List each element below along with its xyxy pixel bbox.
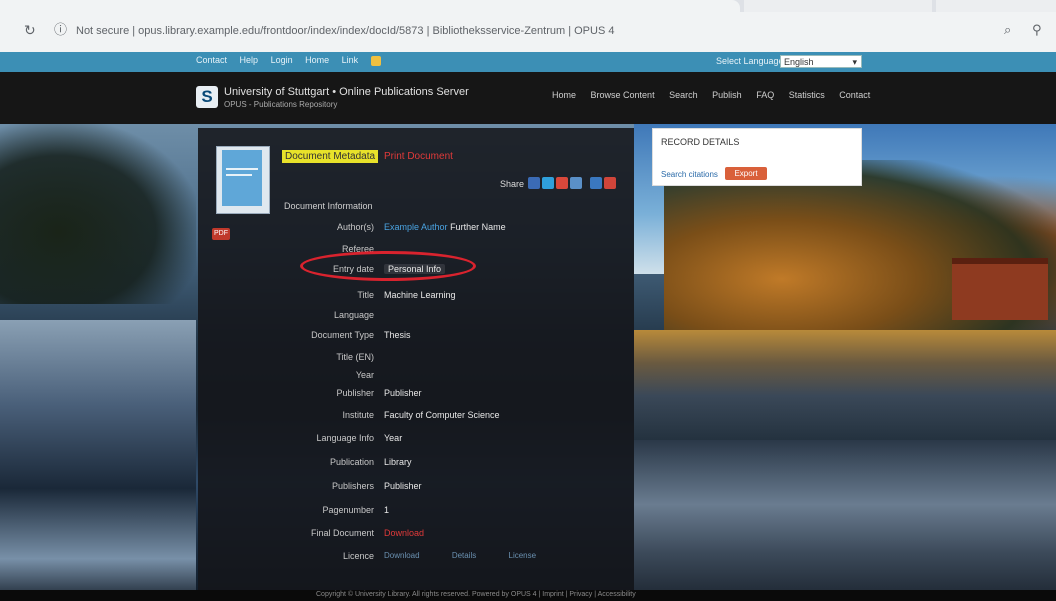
chevron-down-icon: ▾	[852, 57, 857, 67]
bottom-links: Download Details License	[384, 551, 566, 560]
share-linkedin-icon[interactable]	[570, 177, 582, 189]
print-document-link[interactable]: Print Document	[384, 151, 453, 162]
top-link-login[interactable]: Login	[271, 55, 293, 65]
nav-browse[interactable]: Browse Content	[591, 90, 655, 100]
site-header: S University of Stuttgart • Online Publi…	[0, 72, 1056, 124]
top-link-link[interactable]: Link	[342, 55, 359, 65]
author-link[interactable]: Example Author	[384, 222, 448, 232]
share-twitter-icon[interactable]	[542, 177, 554, 189]
browser-tab[interactable]	[936, 0, 1056, 12]
row-value: Publisher	[384, 388, 422, 398]
footer-text: Copyright © University Library. All righ…	[316, 591, 636, 598]
row-value: Faculty of Computer Science	[384, 410, 500, 420]
nav-statistics[interactable]: Statistics	[789, 90, 825, 100]
bottom-link-details[interactable]: Details	[452, 551, 476, 560]
background-house	[952, 258, 1048, 320]
widget-title: RECORD DETAILS	[661, 137, 740, 147]
address-bar[interactable]: Not secure | opus.library.example.edu/fr…	[76, 20, 976, 42]
site-logo[interactable]: S	[196, 86, 218, 108]
row-label: Publishers	[331, 481, 374, 491]
background-left-trees	[0, 124, 196, 304]
row-value: Machine Learning	[384, 290, 456, 300]
row-label: Final Document	[310, 528, 374, 538]
row-label: Publisher	[336, 388, 374, 398]
profile-icon[interactable]: ⚲	[1032, 22, 1048, 38]
content-intro: Document Information	[284, 201, 373, 211]
share-facebook-icon[interactable]	[528, 177, 540, 189]
language-label: Select Language:	[716, 56, 787, 66]
row-value: Download	[384, 528, 424, 538]
language-value: English	[784, 57, 814, 67]
cover-line	[226, 168, 258, 170]
background-right-water	[634, 330, 1056, 440]
row-value: 1	[384, 505, 390, 515]
rss-icon[interactable]	[370, 55, 381, 66]
site-info-icon[interactable]: ⓘ	[54, 22, 70, 38]
nav-faq[interactable]: FAQ	[756, 90, 774, 100]
export-button[interactable]: Export	[725, 167, 767, 180]
pdf-badge[interactable]: PDF	[212, 228, 230, 240]
row-label: Language Info	[316, 433, 374, 443]
bottom-link-license[interactable]: License	[509, 551, 537, 560]
row-value: Publisher	[384, 481, 422, 491]
top-link-help[interactable]: Help	[240, 55, 259, 65]
nav-publish[interactable]: Publish	[712, 90, 742, 100]
site-footer: Copyright © University Library. All righ…	[0, 590, 1056, 601]
row-label: Language	[333, 310, 374, 320]
site-subtitle: OPUS - Publications Repository	[224, 100, 338, 109]
language-select[interactable]: English ▾	[780, 55, 862, 68]
reload-icon[interactable]: ↻	[24, 22, 40, 38]
document-title: Document Metadata	[282, 150, 379, 163]
site-top-bar: Contact Help Login Home Link Select Lang…	[0, 52, 1056, 72]
row-value: Thesis	[384, 330, 411, 340]
nav-search[interactable]: Search	[669, 90, 698, 100]
nav-contact[interactable]: Contact	[839, 90, 870, 100]
row-value: Library	[384, 457, 412, 467]
row-label: Document Type	[311, 330, 374, 340]
row-label: Publication	[329, 457, 374, 467]
nav-home[interactable]: Home	[552, 90, 576, 100]
browser-tab-active[interactable]	[0, 0, 740, 12]
top-link-home[interactable]: Home	[305, 55, 329, 65]
share-label: Share	[500, 179, 525, 189]
row-label: Pagenumber	[322, 505, 374, 515]
background-right-rocks	[634, 440, 1056, 601]
top-links: Contact Help Login Home Link	[196, 55, 391, 66]
background-left-water	[0, 320, 196, 601]
widget-link[interactable]: Search citations	[661, 170, 718, 179]
bottom-link-download[interactable]: Download	[384, 551, 420, 560]
red-highlight-circle	[300, 251, 476, 281]
browser-chrome: ↻ ⓘ Not secure | opus.library.example.ed…	[0, 0, 1056, 52]
record-details-widget: RECORD DETAILS Search citations Export	[652, 128, 862, 186]
row-value: Example Author Further Name	[384, 222, 506, 232]
row-label: Author(s)	[336, 222, 374, 232]
download-link[interactable]: Download	[384, 528, 424, 538]
site-title[interactable]: University of Stuttgart • Online Publica…	[224, 86, 469, 98]
row-value: Year	[384, 433, 403, 443]
row-label: Licence	[342, 551, 374, 561]
row-label: Title (EN)	[336, 352, 374, 362]
row-label: Title	[357, 290, 374, 300]
share-more-icon[interactable]	[590, 177, 602, 189]
row-label: Institute	[342, 410, 374, 420]
author-extra: Further Name	[450, 222, 506, 232]
main-nav: Home Browse Content Search Publish FAQ S…	[552, 90, 882, 100]
top-link-contact[interactable]: Contact	[196, 55, 227, 65]
row-label: Year	[355, 370, 374, 380]
tab-strip	[0, 0, 1056, 12]
address-row: ↻ ⓘ Not secure | opus.library.example.ed…	[0, 12, 1056, 52]
browser-tab[interactable]	[744, 0, 932, 12]
share-mail-icon[interactable]	[604, 177, 616, 189]
zoom-icon[interactable]: ⌕	[1004, 22, 1020, 38]
share-google-icon[interactable]	[556, 177, 568, 189]
document-cover	[222, 150, 262, 206]
cover-line	[226, 174, 252, 176]
